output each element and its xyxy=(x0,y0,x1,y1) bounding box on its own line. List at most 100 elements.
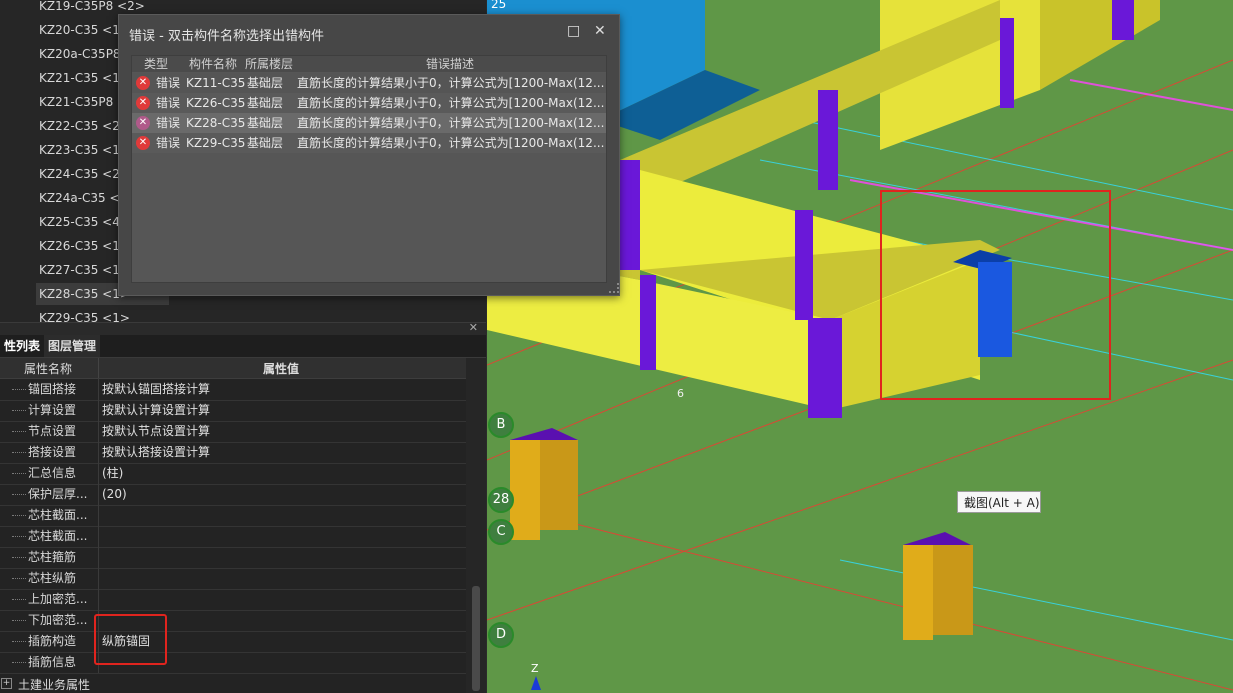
prop-name: 保护层厚... xyxy=(28,487,88,501)
error-icon: ✕ xyxy=(136,76,150,90)
prop-row[interactable]: 芯柱纵筋 xyxy=(0,568,466,590)
prop-name: 下加密范... xyxy=(28,613,88,627)
error-cell-desc: 直筋长度的计算结果小于0，计算公式为[1200-Max(12... xyxy=(297,76,605,90)
tree-connector xyxy=(12,431,26,432)
prop-name: 汇总信息 xyxy=(28,466,77,480)
col-desc-header[interactable]: 错误描述 xyxy=(426,56,474,72)
prop-row[interactable]: 计算设置 按默认计算设置计算 xyxy=(0,400,466,422)
error-dialog: 错误 - 双击构件名称选择出错构件 □ ✕ 类型 构件名称 所属楼层 错误描述 … xyxy=(118,14,620,296)
error-icon: ✕ xyxy=(136,136,150,150)
prop-row[interactable]: 汇总信息 (柱) xyxy=(0,463,466,485)
prop-row[interactable]: 保护层厚... (20) xyxy=(0,484,466,506)
prop-name: 锚固搭接 xyxy=(28,382,77,396)
axis-marker-c: C xyxy=(488,519,514,545)
prop-row[interactable]: 芯柱截面... xyxy=(0,526,466,548)
error-row[interactable]: ✕ 错误 KZ28-C35 基础层 直筋长度的计算结果小于0，计算公式为[1200-Ma… xyxy=(132,113,606,133)
prop-row[interactable]: 芯柱截面... xyxy=(0,505,466,527)
cell-divider xyxy=(98,589,99,610)
member-list-item[interactable]: KZ21-C35P8 < xyxy=(36,91,127,113)
member-list-item[interactable]: KZ20a-C35P8 xyxy=(36,43,121,65)
cell-divider xyxy=(98,463,99,484)
cell-divider xyxy=(98,442,99,463)
prop-row[interactable]: 插筋信息 xyxy=(0,652,466,674)
tree-connector xyxy=(12,641,26,642)
tree-connector xyxy=(12,389,26,390)
cell-divider xyxy=(98,484,99,505)
error-icon: ✕ xyxy=(136,116,150,130)
props-scrollbar[interactable] xyxy=(466,358,486,693)
tree-connector xyxy=(12,662,26,663)
prop-row[interactable]: 搭接设置 按默认搭接设置计算 xyxy=(0,442,466,464)
col-floor-header[interactable]: 所属楼层 xyxy=(245,56,293,72)
props-tabbar: 性列表 图层管理 xyxy=(0,335,486,358)
member-list-item[interactable]: KZ23-C35 <1 xyxy=(36,139,120,161)
prop-value[interactable]: 按默认计算设置计算 xyxy=(102,400,210,421)
tab-property-list[interactable]: 性列表 xyxy=(0,335,44,357)
error-cell-floor: 基础层 xyxy=(247,76,284,90)
prop-value[interactable]: (20) xyxy=(102,484,127,505)
axis-marker-d: D xyxy=(488,622,514,648)
prop-row[interactable]: 上加密范... xyxy=(0,589,466,611)
panel-separator: ✕ xyxy=(0,321,486,336)
tree-connector xyxy=(12,494,26,495)
error-cell-type: 错误 xyxy=(156,136,181,150)
member-list-item[interactable]: KZ24-C35 <2 xyxy=(36,163,120,185)
error-cell-type: 错误 xyxy=(156,116,181,130)
prop-name: 芯柱截面... xyxy=(28,508,88,522)
error-cell-floor: 基础层 xyxy=(247,136,284,150)
member-list-item[interactable]: KZ22-C35 <2 xyxy=(36,115,120,137)
prop-name: 芯柱箍筋 xyxy=(28,550,77,564)
tab-layer-management[interactable]: 图层管理 xyxy=(44,335,101,357)
resize-grip-icon[interactable] xyxy=(609,283,619,293)
prop-name: 搭接设置 xyxy=(28,445,77,459)
scrollbar-thumb[interactable] xyxy=(472,586,480,691)
close-icon[interactable]: ✕ xyxy=(594,23,606,39)
close-panel-icon[interactable]: ✕ xyxy=(469,321,478,334)
dialog-title: 错误 - 双击构件名称选择出错构件 xyxy=(129,29,324,44)
member-list-item[interactable]: KZ21-C35 <1 xyxy=(36,67,120,89)
expand-icon[interactable]: + xyxy=(1,678,12,689)
col-name-header[interactable]: 构件名称 xyxy=(189,56,237,72)
prop-name: 计算设置 xyxy=(28,403,77,417)
member-list-item[interactable]: KZ20-C35 <1> xyxy=(36,19,130,41)
member-list-item[interactable]: KZ24a-C35 < xyxy=(36,187,120,209)
prop-row[interactable]: 节点设置 按默认节点设置计算 xyxy=(0,421,466,443)
error-row[interactable]: ✕ 错误 KZ29-C35 基础层 直筋长度的计算结果小于0，计算公式为[1200-Ma… xyxy=(132,133,606,153)
error-cell-desc: 直筋长度的计算结果小于0，计算公式为[1200-Max(12... xyxy=(297,136,605,150)
member-list-item[interactable]: KZ26-C35 <1 xyxy=(36,235,120,257)
prop-value[interactable]: 按默认锚固搭接计算 xyxy=(102,379,210,400)
error-cell-type: 错误 xyxy=(156,96,181,110)
error-row[interactable]: ✕ 错误 KZ26-C35 基础层 直筋长度的计算结果小于0，计算公式为[1200-Ma… xyxy=(132,93,606,113)
error-row[interactable]: ✕ 错误 KZ11-C35 基础层 直筋长度的计算结果小于0，计算公式为[1200-Ma… xyxy=(132,73,606,93)
tree-connector xyxy=(12,452,26,453)
prop-value[interactable]: 按默认节点设置计算 xyxy=(102,421,210,442)
member-list-item[interactable]: KZ27-C35 <1 xyxy=(36,259,120,281)
z-axis-label: Z xyxy=(531,662,539,675)
group-label: 土建业务属性 xyxy=(18,678,91,692)
z-axis-arrow-icon xyxy=(531,676,541,690)
prop-row[interactable]: 锚固搭接 按默认锚固搭接计算 xyxy=(0,379,466,401)
tree-connector xyxy=(12,536,26,537)
error-cell-name: KZ26-C35 xyxy=(186,96,246,110)
props-group-civil[interactable]: + 土建业务属性 xyxy=(0,673,466,693)
prop-row[interactable]: 下加密范... xyxy=(0,610,466,632)
tree-connector xyxy=(12,557,26,558)
tree-connector xyxy=(12,515,26,516)
maximize-icon[interactable]: □ xyxy=(567,23,580,39)
member-list-item[interactable]: KZ25-C35 <4 xyxy=(36,211,120,233)
col-type-header[interactable]: 类型 xyxy=(144,56,168,72)
cell-divider xyxy=(98,400,99,421)
prop-name: 插筋构造 xyxy=(28,634,77,648)
prop-header: 属性名称 属性值 xyxy=(0,358,466,379)
prop-name: 芯柱截面... xyxy=(28,529,88,543)
prop-rows: 锚固搭接 按默认锚固搭接计算 计算设置 按默认计算设置计算 节点设置 按默认节点设置计算搭… xyxy=(0,379,466,674)
prop-row[interactable]: 插筋构造 纵筋锚固 xyxy=(0,631,466,653)
prop-value[interactable]: 按默认搭接设置计算 xyxy=(102,442,210,463)
prop-value[interactable]: (柱) xyxy=(102,463,123,484)
error-cell-floor: 基础层 xyxy=(247,96,284,110)
tree-connector xyxy=(12,620,26,621)
prop-row[interactable]: 芯柱箍筋 xyxy=(0,547,466,569)
dimension-label: 6 xyxy=(677,387,684,400)
screenshot-tooltip: 截图(Alt + A) xyxy=(957,491,1041,513)
error-cell-name: KZ11-C35 xyxy=(186,76,246,90)
